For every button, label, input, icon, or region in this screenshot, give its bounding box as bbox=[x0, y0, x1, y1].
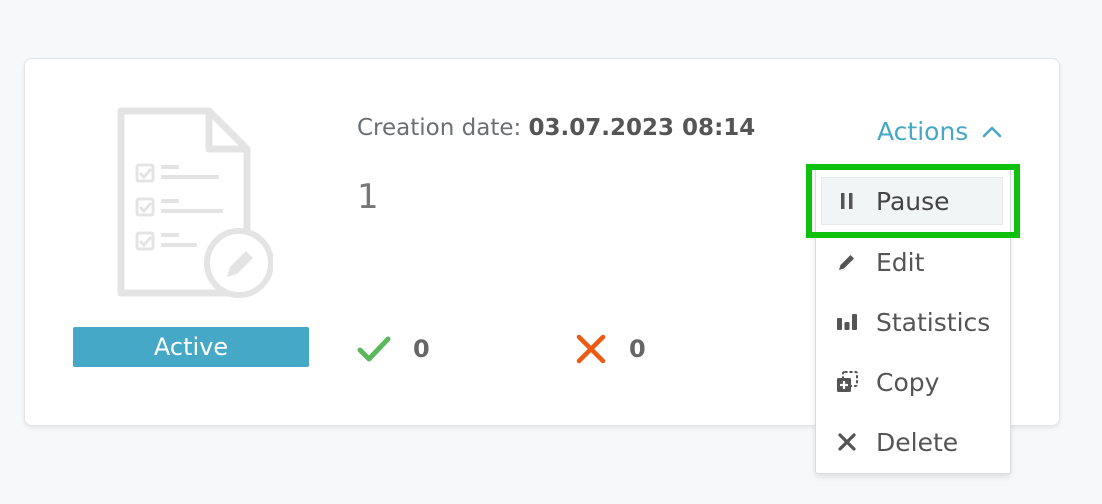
actions-label: Actions bbox=[877, 117, 969, 146]
bar-chart-icon bbox=[834, 309, 860, 335]
menu-item-delete[interactable]: Delete bbox=[816, 413, 1010, 471]
menu-item-copy[interactable]: Copy bbox=[816, 353, 1010, 411]
menu-item-edit[interactable]: Edit bbox=[816, 233, 1010, 291]
highlight-frame bbox=[806, 164, 1020, 238]
menu-item-statistics[interactable]: Statistics bbox=[816, 293, 1010, 351]
survey-title: 1 bbox=[357, 177, 379, 217]
menu-item-label: Copy bbox=[876, 367, 940, 397]
cross-icon bbox=[576, 334, 606, 364]
actions-dropdown-toggle[interactable]: Actions bbox=[877, 117, 1002, 146]
document-checklist-icon bbox=[117, 107, 273, 298]
status-badge: Active bbox=[73, 327, 309, 367]
menu-item-label: Delete bbox=[876, 427, 959, 457]
menu-item-label: Statistics bbox=[876, 307, 991, 337]
success-count: 0 bbox=[413, 335, 430, 363]
creation-date-label: Creation date: bbox=[357, 115, 522, 141]
creation-date-value: 03.07.2023 08:14 bbox=[528, 115, 756, 141]
creation-date: Creation date: 03.07.2023 08:14 bbox=[357, 115, 755, 141]
checkmark-icon bbox=[357, 336, 391, 362]
fail-stat: 0 bbox=[575, 327, 646, 371]
chevron-up-icon bbox=[983, 126, 1002, 137]
pencil-icon bbox=[834, 249, 860, 275]
success-stat: 0 bbox=[357, 327, 430, 371]
fail-count: 0 bbox=[629, 335, 646, 363]
menu-item-label: Edit bbox=[876, 247, 925, 277]
x-icon bbox=[834, 429, 860, 455]
copy-icon bbox=[834, 369, 860, 395]
